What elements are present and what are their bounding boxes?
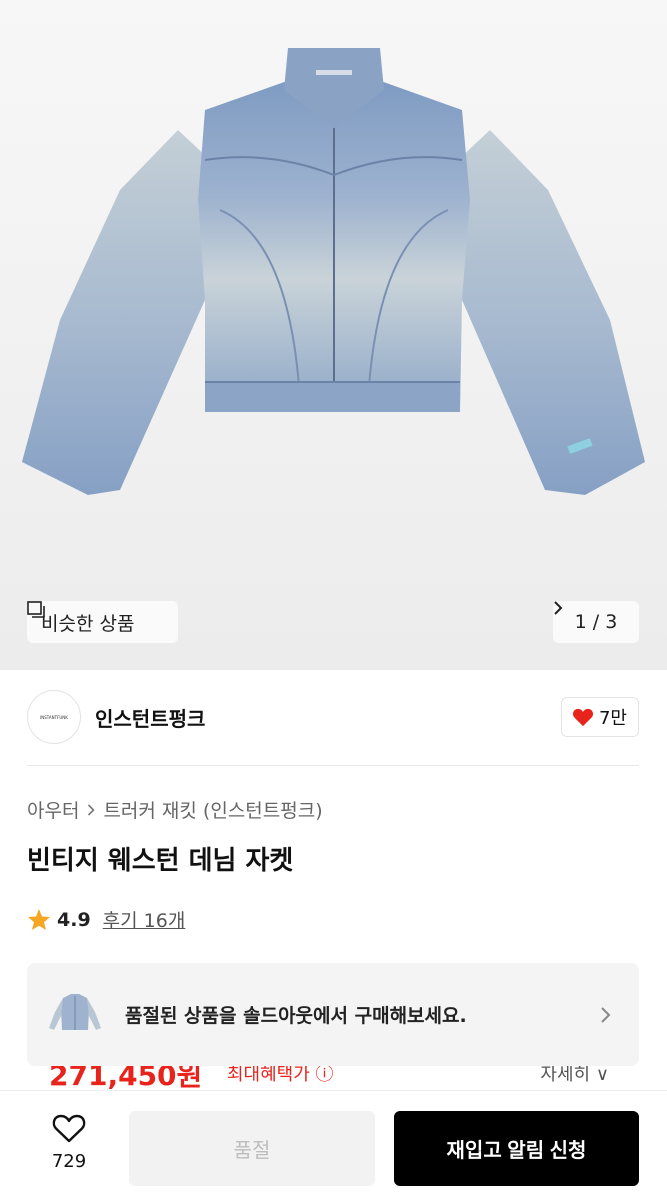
pager-text: 1 / 3 [574, 611, 618, 633]
heart-filled-icon [572, 708, 594, 727]
brand-like-count: 7만 [598, 708, 627, 729]
wish-count: 729 [51, 1151, 87, 1172]
soldout-button: 품절 [129, 1111, 375, 1186]
reviews-link[interactable]: 후기 16개 [103, 906, 186, 933]
soldout-banner[interactable]: 품절된 상품을 솔드아웃에서 구매해보세요. [27, 963, 639, 1066]
divider [27, 765, 639, 766]
restock-alert-button[interactable]: 재입고 알림 신청 [394, 1111, 639, 1186]
breadcrumb-category[interactable]: 아우터 [27, 796, 79, 823]
brand-like-button[interactable]: 7만 [560, 697, 639, 737]
wish-button[interactable]: 729 [40, 1113, 98, 1172]
jacket-thumbnail [49, 993, 101, 1030]
product-image[interactable]: 비슷한 상품 1 / 3 [0, 0, 667, 670]
brand-row: INSTANTFUNK 인스턴트펑크 7만 [27, 690, 639, 744]
similar-icon [27, 601, 45, 618]
breadcrumb-subcategory[interactable]: 트러커 재킷 (인스턴트펑크) [103, 796, 322, 823]
chevron-right-icon [601, 1006, 611, 1023]
breadcrumb: 아우터 트러커 재킷 (인스턴트펑크) [27, 796, 323, 823]
star-icon [28, 909, 50, 930]
svg-text:INSTANTFUNK: INSTANTFUNK [40, 715, 68, 720]
chevron-right-icon [554, 601, 563, 615]
image-pager[interactable]: 1 / 3 [553, 601, 639, 643]
soldout-banner-text: 품절된 상품을 솔드아웃에서 구매해보세요. [125, 1005, 467, 1027]
brand-logo-mark: INSTANTFUNK [40, 715, 68, 720]
brand-logo[interactable]: INSTANTFUNK [27, 690, 81, 744]
rating-score: 4.9 [57, 908, 91, 931]
bottom-action-bar: 729 품절 재입고 알림 신청 [0, 1090, 667, 1200]
brand-name[interactable]: 인스턴트펑크 [95, 703, 205, 732]
chevron-right-icon [88, 803, 96, 816]
denim-jacket-image [22, 48, 645, 495]
rating: 4.9 후기 16개 [27, 906, 185, 933]
similar-label: 비슷한 상품 [41, 612, 135, 635]
heart-outline-icon [52, 1114, 86, 1143]
similar-products-button[interactable]: 비슷한 상품 [27, 601, 178, 643]
product-title: 빈티지 웨스턴 데님 자켓 [27, 846, 294, 876]
